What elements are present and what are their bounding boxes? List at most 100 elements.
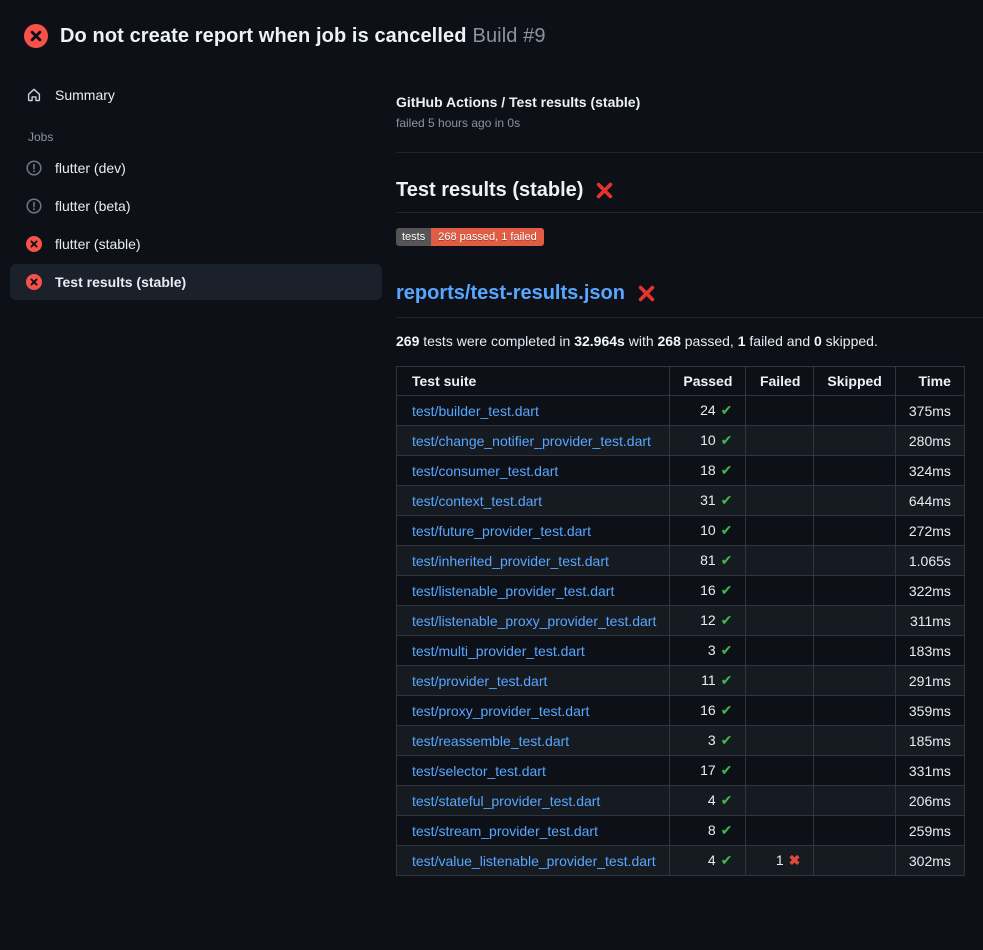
skipped-cell [814, 726, 895, 756]
time-cell: 311ms [895, 606, 964, 636]
test-suite-link[interactable]: test/future_provider_test.dart [412, 523, 591, 539]
time-cell: 291ms [895, 666, 964, 696]
test-suite-link[interactable]: test/inherited_provider_test.dart [412, 553, 609, 569]
duration: 32.964s [574, 333, 625, 349]
skipped-cell [814, 846, 895, 876]
skipped-cell [814, 666, 895, 696]
check-icon: ✔ [721, 642, 733, 658]
test-suite-link[interactable]: test/context_test.dart [412, 493, 542, 509]
passed-cell: 3✔ [670, 726, 746, 756]
check-icon: ✔ [721, 762, 733, 778]
sidebar-item-label: Summary [55, 87, 115, 103]
check-icon: ✔ [721, 612, 733, 628]
time-cell: 331ms [895, 756, 964, 786]
column-header-test-suite: Test suite [397, 367, 670, 396]
skipped-cell [814, 396, 895, 426]
sidebar-item-flutter-dev[interactable]: flutter (dev) [10, 150, 382, 186]
test-results-table: Test suite Passed Failed Skipped Time te… [396, 366, 965, 876]
table-row: test/listenable_provider_test.dart16✔322… [397, 576, 965, 606]
test-suite-link[interactable]: test/value_listenable_provider_test.dart [412, 853, 656, 869]
test-suite-link[interactable]: test/builder_test.dart [412, 403, 539, 419]
table-row: test/provider_test.dart11✔291ms [397, 666, 965, 696]
report-heading: reports/test-results.json [396, 282, 983, 318]
tests-status-badge: tests 268 passed, 1 failed [396, 228, 544, 246]
skipped-cell [814, 456, 895, 486]
test-suite-link[interactable]: test/listenable_proxy_provider_test.dart [412, 613, 656, 629]
test-suite-link[interactable]: test/proxy_provider_test.dart [412, 703, 589, 719]
skipped-cell [814, 576, 895, 606]
check-icon: ✔ [721, 822, 733, 838]
failed-cell [746, 786, 814, 816]
check-icon: ✔ [721, 432, 733, 448]
table-row: test/reassemble_test.dart3✔185ms [397, 726, 965, 756]
test-suite-link[interactable]: test/change_notifier_provider_test.dart [412, 433, 651, 449]
check-run-panel: GitHub Actions / Test results (stable) f… [396, 56, 983, 876]
report-file-link[interactable]: reports/test-results.json [396, 282, 625, 305]
sidebar-item-label: flutter (beta) [55, 198, 130, 214]
table-row: test/multi_provider_test.dart3✔183ms [397, 636, 965, 666]
failed-cell [746, 726, 814, 756]
page-title: Do not create report when job is cancell… [60, 25, 546, 48]
failed-cell [746, 756, 814, 786]
check-icon: ✔ [721, 492, 733, 508]
column-header-failed: Failed [746, 367, 814, 396]
neutral-status-icon [26, 198, 42, 214]
skipped-cell [814, 426, 895, 456]
failed-cell [746, 666, 814, 696]
test-suite-link[interactable]: test/consumer_test.dart [412, 463, 558, 479]
time-cell: 206ms [895, 786, 964, 816]
badge-value: 268 passed, 1 failed [431, 228, 543, 246]
sidebar-item-flutter-beta[interactable]: flutter (beta) [10, 188, 382, 224]
test-suite-link[interactable]: test/provider_test.dart [412, 673, 547, 689]
test-suite-link[interactable]: test/stream_provider_test.dart [412, 823, 598, 839]
test-suite-link[interactable]: test/reassemble_test.dart [412, 733, 569, 749]
test-suite-link[interactable]: test/listenable_provider_test.dart [412, 583, 614, 599]
neutral-status-icon [26, 160, 42, 176]
time-cell: 1.065s [895, 546, 964, 576]
run-name: Do not create report when job is cancell… [60, 25, 467, 47]
table-row: test/selector_test.dart17✔331ms [397, 756, 965, 786]
check-icon: ✔ [721, 792, 733, 808]
skipped-cell [814, 516, 895, 546]
time-cell: 322ms [895, 576, 964, 606]
column-header-time: Time [895, 367, 964, 396]
test-suite-link[interactable]: test/multi_provider_test.dart [412, 643, 585, 659]
time-cell: 280ms [895, 426, 964, 456]
sidebar-item-label: flutter (dev) [55, 160, 126, 176]
table-row: test/proxy_provider_test.dart16✔359ms [397, 696, 965, 726]
passed-cell: 10✔ [670, 516, 746, 546]
sidebar-item-summary[interactable]: Summary [10, 78, 382, 112]
check-icon: ✔ [721, 462, 733, 478]
skipped-cell [814, 756, 895, 786]
time-cell: 183ms [895, 636, 964, 666]
sidebar-item-flutter-stable[interactable]: flutter (stable) [10, 226, 382, 262]
skipped-cell [814, 486, 895, 516]
skipped-cell [814, 636, 895, 666]
table-row: test/stateful_provider_test.dart 4✔ 206ms [397, 786, 965, 816]
failed-cell [746, 576, 814, 606]
test-suite-link[interactable]: test/selector_test.dart [412, 763, 546, 779]
sidebar: Summary Jobs flutter (dev) flutter (beta… [0, 56, 396, 300]
passed-cell: 4✔ [670, 786, 746, 816]
failed-cell [746, 816, 814, 846]
passed-cell: 8✔ [670, 816, 746, 846]
table-header-row: Test suite Passed Failed Skipped Time [397, 367, 965, 396]
failed-cell [746, 426, 814, 456]
failed-cell: 1✖ [746, 846, 814, 876]
sidebar-item-test-results-stable[interactable]: Test results (stable) [10, 264, 382, 300]
table-row: test/future_provider_test.dart10✔272ms [397, 516, 965, 546]
check-icon: ✔ [721, 552, 733, 568]
breadcrumb: GitHub Actions / Test results (stable) [396, 94, 983, 110]
failed-cell [746, 456, 814, 486]
failed-cell [746, 516, 814, 546]
table-row: test/inherited_provider_test.dart81✔1.06… [397, 546, 965, 576]
test-suite-link[interactable]: test/stateful_provider_test.dart [412, 793, 600, 809]
time-cell: 324ms [895, 456, 964, 486]
check-icon: ✔ [721, 522, 733, 538]
time-cell: 644ms [895, 486, 964, 516]
time-cell: 259ms [895, 816, 964, 846]
column-header-skipped: Skipped [814, 367, 895, 396]
skipped-cell [814, 816, 895, 846]
badge-label: tests [396, 228, 431, 246]
divider [396, 152, 983, 153]
